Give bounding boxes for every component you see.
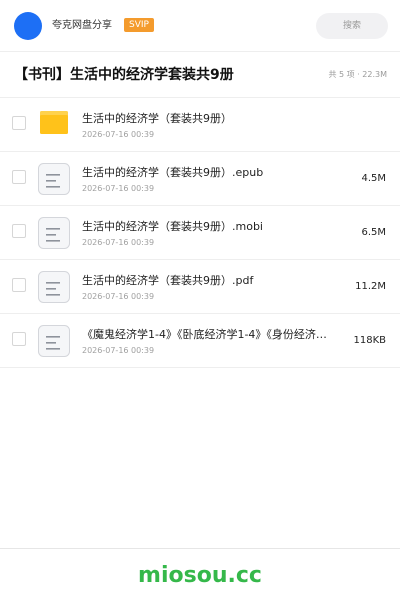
username: 夸克网盘分享 bbox=[52, 20, 112, 31]
search-input[interactable]: 搜索 bbox=[316, 13, 388, 39]
file-list: 生活中的经济学（套装共9册） 2026-07-16 00:39 生活中的经济学（… bbox=[0, 98, 400, 368]
file-date: 2026-07-16 00:39 bbox=[82, 346, 155, 355]
row-checkbox[interactable] bbox=[12, 278, 26, 292]
avatar[interactable] bbox=[14, 12, 42, 40]
watermark: miosou.cc bbox=[138, 563, 262, 588]
footer-bar: miosou.cc bbox=[0, 548, 400, 600]
share-stats: 共 5 项 · 22.3M bbox=[328, 70, 387, 79]
document-icon bbox=[37, 162, 71, 196]
file-row[interactable]: 生活中的经济学（套装共9册）.pdf 2026-07-16 00:39 11.2… bbox=[0, 260, 400, 314]
file-row[interactable]: 生活中的经济学（套装共9册）.mobi 2026-07-16 00:39 6.5… bbox=[0, 206, 400, 260]
file-size: 118KB bbox=[353, 335, 386, 346]
document-icon bbox=[37, 270, 71, 304]
file-size: 6.5M bbox=[361, 227, 386, 238]
file-size: 4.5M bbox=[361, 173, 386, 184]
file-row[interactable]: 生活中的经济学（套装共9册）.epub 2026-07-16 00:39 4.5… bbox=[0, 152, 400, 206]
file-row[interactable]: 《魔鬼经济学1-4》《卧底经济学1-4》《身份经济… 2026-07-16 00… bbox=[0, 314, 400, 368]
file-name[interactable]: 生活中的经济学（套装共9册） bbox=[82, 112, 340, 126]
file-date: 2026-07-16 00:39 bbox=[82, 130, 155, 139]
file-name[interactable]: 生活中的经济学（套装共9册）.pdf bbox=[82, 274, 340, 288]
folder-icon bbox=[37, 108, 71, 142]
page-title: 【书刊】生活中的经济学套装共9册 bbox=[14, 67, 234, 83]
file-date: 2026-07-16 00:39 bbox=[82, 184, 155, 193]
document-icon bbox=[37, 216, 71, 250]
row-checkbox[interactable] bbox=[12, 116, 26, 130]
file-row[interactable]: 生活中的经济学（套装共9册） 2026-07-16 00:39 bbox=[0, 98, 400, 152]
file-date: 2026-07-16 00:39 bbox=[82, 238, 155, 247]
file-name[interactable]: 《魔鬼经济学1-4》《卧底经济学1-4》《身份经济… bbox=[82, 328, 340, 342]
row-checkbox[interactable] bbox=[12, 224, 26, 238]
share-title-bar: 【书刊】生活中的经济学套装共9册 共 5 项 · 22.3M bbox=[0, 52, 400, 98]
svip-badge: SVIP bbox=[124, 18, 154, 32]
file-size: 11.2M bbox=[355, 281, 386, 292]
file-name[interactable]: 生活中的经济学（套装共9册）.mobi bbox=[82, 220, 340, 234]
app-header: 夸克网盘分享 SVIP 搜索 bbox=[0, 0, 400, 52]
row-checkbox[interactable] bbox=[12, 170, 26, 184]
row-checkbox[interactable] bbox=[12, 332, 26, 346]
file-date: 2026-07-16 00:39 bbox=[82, 292, 155, 301]
document-icon bbox=[37, 324, 71, 358]
file-name[interactable]: 生活中的经济学（套装共9册）.epub bbox=[82, 166, 340, 180]
